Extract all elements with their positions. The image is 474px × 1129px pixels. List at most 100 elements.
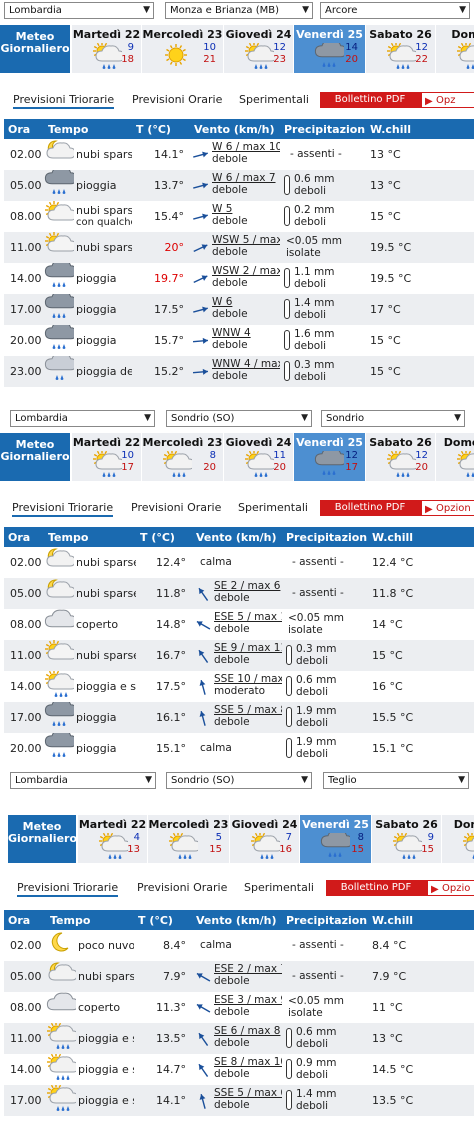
day-tab[interactable]: Dom <box>436 25 474 73</box>
row-weather-text: nubi sparse <box>76 147 132 161</box>
tab-sperimentali[interactable]: Sperimentali <box>238 501 308 514</box>
day-max-temp: 20 <box>203 462 216 473</box>
col-vento-header[interactable]: Vento (km/h) <box>192 527 282 547</box>
precip-type: deboli <box>296 1100 329 1112</box>
day-tab[interactable]: Venerdì 25 14 20 <box>294 25 366 73</box>
tab-sperimentali[interactable]: Sperimentali <box>239 93 309 106</box>
row-time: 02.00 <box>4 547 44 578</box>
tab-previsioni-orarie[interactable]: Previsioni Orarie <box>131 501 221 514</box>
col-wchill-header[interactable]: W.chill <box>366 119 474 139</box>
col-tempo-header[interactable]: Tempo <box>44 119 132 139</box>
opzioni-button[interactable]: ▶ Opzio <box>428 881 474 895</box>
meteo-giornaliero-tab[interactable]: Meteo Giornaliero <box>0 433 70 481</box>
day-tab[interactable]: Giovedì 24 12 23 <box>224 25 294 73</box>
row-weather-text: nubi sparse <box>76 648 136 662</box>
day-tab[interactable]: Martedì 22 9 18 <box>72 25 142 73</box>
col-precipitazioni-header[interactable]: Precipitazioni <box>282 910 368 930</box>
day-tab[interactable]: Martedì 22 4 13 <box>78 815 148 863</box>
meteo-giornaliero-tab[interactable]: Meteo Giornaliero <box>0 25 70 73</box>
col-temp-header[interactable]: T (°C) <box>134 910 192 930</box>
forecast-table: Ora Tempo T (°C) Vento (km/h) Precipitazioni… <box>4 527 474 764</box>
day-tab[interactable]: Mercoledì 23 8 20 <box>142 433 224 481</box>
table-row: 08.00nubi sparsecon qualche pioggia15.4°… <box>4 201 474 232</box>
day-min-temp: 12 <box>273 42 286 53</box>
col-temp-header[interactable]: T (°C) <box>136 527 192 547</box>
moon-cloud-icon <box>44 578 76 609</box>
col-vento-header[interactable]: Vento (km/h) <box>190 119 280 139</box>
row-windchill: 13 °C <box>368 1023 474 1054</box>
city-select[interactable]: Sondrio ▼ <box>321 410 465 427</box>
col-tempo-header[interactable]: Tempo <box>44 527 136 547</box>
col-ora-header[interactable]: Ora <box>4 119 44 139</box>
region-select[interactable]: Lombardia ▼ <box>10 772 156 789</box>
city-select-value: Sondrio <box>326 413 365 424</box>
tab-previsioni-triorarie[interactable]: Previsioni Triorarie <box>17 881 119 897</box>
city-select[interactable]: Teglio ▼ <box>323 772 469 789</box>
giornaliero-label: Giornaliero <box>0 450 70 463</box>
tab-previsioni-triorarie[interactable]: Previsioni Triorarie <box>13 93 115 109</box>
day-tab[interactable]: Martedì 22 10 17 <box>72 433 142 481</box>
col-precipitazioni-header[interactable]: Precipitazioni <box>280 119 366 139</box>
row-temperature: 11.3° <box>134 992 192 1023</box>
row-temperature: 12.4° <box>136 547 192 578</box>
forecast-panel: Lombardia ▼ Monza e Brianza (MB) ▼ Arcore ▼ Me… <box>0 0 474 408</box>
wind-speed: WSW 5 / max 5 <box>212 234 280 246</box>
wind-speed: WNW 4 / max 5 <box>212 358 280 370</box>
rain-gauge-icon <box>284 268 290 288</box>
bollettino-pdf-button[interactable]: Bollettino PDF ▶ Opzio <box>326 880 474 896</box>
precip-amount: <0.05 mm <box>288 612 344 624</box>
col-ora-header[interactable]: Ora <box>4 910 46 930</box>
tab-sperimentali[interactable]: Sperimentali <box>244 881 314 894</box>
bollettino-pdf-button[interactable]: Bollettino PDF ▶ Opz <box>320 92 474 108</box>
province-select[interactable]: Monza e Brianza (MB) ▼ <box>165 2 313 19</box>
col-wchill-header[interactable]: W.chill <box>368 527 474 547</box>
col-temp-header[interactable]: T (°C) <box>132 119 190 139</box>
region-select[interactable]: Lombardia ▼ <box>10 410 155 427</box>
region-select-value: Lombardia <box>15 775 68 786</box>
day-tab[interactable]: Sabato 26 9 15 <box>372 815 442 863</box>
rain-gauge-icon <box>286 707 292 727</box>
row-precipitation: 1.4 mm deboli <box>282 1085 368 1116</box>
day-tab[interactable]: Venerdì 25 12 17 <box>294 433 366 481</box>
location-selectors: Lombardia ▼ Monza e Brianza (MB) ▼ Arcore ▼ <box>0 0 474 22</box>
day-tab[interactable]: Giovedì 24 7 16 <box>230 815 300 863</box>
col-wchill-header[interactable]: W.chill <box>368 910 474 930</box>
day-tab[interactable]: Mercoledì 23 5 15 <box>148 815 230 863</box>
wind-arrow-icon <box>194 999 212 1020</box>
row-weather: pioggia <box>44 263 132 294</box>
day-name: Mercoledì 23 <box>142 28 223 41</box>
tab-previsioni-orarie[interactable]: Previsioni Orarie <box>132 93 222 106</box>
day-tab[interactable]: Venerdì 25 8 15 <box>300 815 372 863</box>
row-weather-text: pioggia <box>76 178 117 192</box>
row-temperature: 7.9° <box>134 961 192 992</box>
row-temperature: 15.2° <box>132 356 190 387</box>
col-precipitazioni-header[interactable]: Precipitazioni <box>282 527 368 547</box>
col-tempo-header[interactable]: Tempo <box>46 910 134 930</box>
day-tab[interactable]: Dome <box>442 815 474 863</box>
meteo-giornaliero-tab[interactable]: Meteo Giornaliero <box>8 815 77 863</box>
table-row: 14.00pioggia e schiarite17.5°SSE 10 / ma… <box>4 671 474 702</box>
day-tab[interactable]: Sabato 26 12 20 <box>366 433 436 481</box>
tab-previsioni-orarie[interactable]: Previsioni Orarie <box>137 881 227 894</box>
row-temperature: 17.5° <box>136 671 192 702</box>
col-vento-header[interactable]: Vento (km/h) <box>192 910 282 930</box>
opzioni-button[interactable]: ▶ Opz <box>422 93 474 107</box>
tab-previsioni-triorarie[interactable]: Previsioni Triorarie <box>12 501 114 517</box>
col-ora-header[interactable]: Ora <box>4 527 44 547</box>
province-select[interactable]: Sondrio (SO) ▼ <box>166 772 312 789</box>
region-select-value: Lombardia <box>9 5 62 16</box>
wind-arrow-icon <box>192 363 210 384</box>
opzioni-button[interactable]: ▶ Opzion <box>422 501 474 515</box>
day-name: Martedì 22 <box>78 818 147 831</box>
bollettino-pdf-button[interactable]: Bollettino PDF ▶ Opzion <box>320 500 474 516</box>
row-weather: nubi sparse <box>44 578 136 609</box>
region-select[interactable]: Lombardia ▼ <box>4 2 154 19</box>
row-wind: SSE 5 / max 8 debole <box>192 702 282 733</box>
day-tab[interactable]: Mercoledì 23 10 21 <box>142 25 224 73</box>
day-tab[interactable]: Giovedì 24 11 20 <box>224 433 294 481</box>
province-select[interactable]: Sondrio (SO) ▼ <box>166 410 312 427</box>
day-tab[interactable]: Domen <box>436 433 474 481</box>
day-tab[interactable]: Sabato 26 12 22 <box>366 25 436 73</box>
city-select[interactable]: Arcore ▼ <box>320 2 470 19</box>
wind-strength: moderato <box>214 685 266 697</box>
